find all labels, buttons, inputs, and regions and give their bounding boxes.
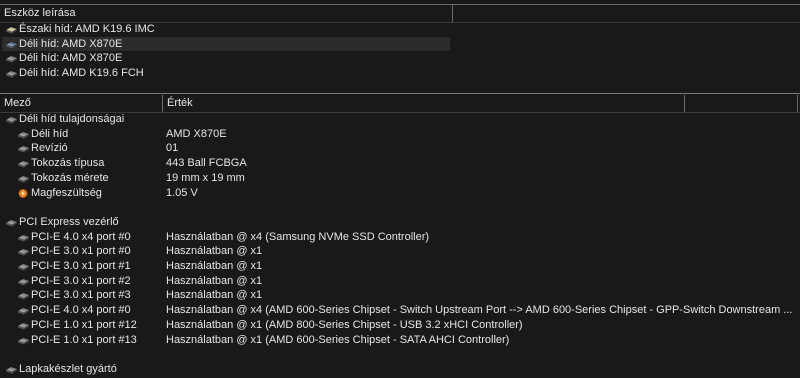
chip-icon <box>17 291 30 300</box>
voltage-icon <box>17 188 30 198</box>
section-title: PCI Express vezérlő <box>19 215 119 228</box>
property-field: Revízió <box>31 142 68 155</box>
property-value: Használatban @ x4 (Samsung NVMe SSD Cont… <box>166 230 430 243</box>
property-field: Tokozás mérete <box>31 171 109 184</box>
section-header[interactable]: Lapkakészlet gyártó <box>0 362 800 377</box>
device-column-header[interactable]: Eszköz leírása <box>0 5 452 22</box>
property-row[interactable]: Déli híd AMD X870E <box>0 127 800 142</box>
property-row[interactable]: Revízió 01 <box>0 141 800 156</box>
property-value: Használatban @ x1 (AMD 600-Series Chipse… <box>166 333 510 346</box>
property-value: Használatban @ x4 (AMD 600-Series Chipse… <box>166 304 793 317</box>
property-value: Használatban @ x1 (AMD 800-Series Chipse… <box>166 318 523 331</box>
section-chip-icon <box>5 365 18 374</box>
section-chip-icon <box>5 218 18 227</box>
property-field: PCI-E 1.0 x1 port #13 <box>31 333 137 346</box>
property-value: Használatban @ x1 <box>166 260 263 272</box>
device-list-item[interactable]: Északi híd: AMD K19.6 IMC <box>0 22 800 37</box>
section-title: Lapkakészlet gyártó <box>19 362 117 375</box>
property-field: PCI-E 3.0 x1 port #0 <box>31 245 131 258</box>
section-chip-icon <box>5 115 18 124</box>
property-field: Tokozás típusa <box>31 157 105 170</box>
chip-icon <box>17 174 30 183</box>
column-resize-handle[interactable] <box>452 5 453 22</box>
property-field: PCI-E 1.0 x1 port #12 <box>31 318 137 331</box>
property-row[interactable]: PCI-E 1.0 x1 port #12 Használatban @ x1 (… <box>0 318 800 333</box>
property-row[interactable]: PCI-E 3.0 x1 port #1 Használatban @ x1 <box>0 259 800 274</box>
property-field: PCI-E 4.0 x4 port #0 <box>31 230 131 243</box>
device-item-label: Déli híd: AMD K19.6 FCH <box>19 67 144 80</box>
property-value: 01 <box>166 142 179 155</box>
chip-icon <box>17 336 30 345</box>
property-row[interactable]: PCI-E 1.0 x1 port #13 Használatban @ x1 (… <box>0 333 800 348</box>
property-field: PCI-E 3.0 x1 port #3 <box>31 289 131 302</box>
southbridge-chip-icon <box>5 54 18 63</box>
property-value: Használatban @ x1 <box>166 245 263 258</box>
device-item-label: Északi híd: AMD K19.6 IMC <box>19 23 155 35</box>
section-header[interactable]: Déli híd tulajdonságai <box>0 112 800 127</box>
property-row[interactable]: Magfeszültség 1.05 V <box>0 186 800 201</box>
field-column-header[interactable]: Mező <box>0 95 162 112</box>
section-header[interactable]: PCI Express vezérlő <box>0 215 800 230</box>
chip-icon <box>17 233 30 242</box>
property-field: Déli híd <box>31 127 69 140</box>
chip-icon <box>17 321 30 330</box>
chip-icon <box>17 262 30 271</box>
property-value: 19 mm x 19 mm <box>166 171 245 184</box>
property-field: PCI-E 4.0 x4 port #0 <box>31 304 131 317</box>
chip-icon <box>17 247 30 256</box>
property-field: Magfeszültség <box>31 186 102 199</box>
pane-splitter[interactable] <box>0 93 800 94</box>
property-row[interactable]: PCI-E 4.0 x4 port #0 Használatban @ x4 (S… <box>0 230 800 245</box>
column-resize-handle[interactable] <box>684 95 685 112</box>
property-value: 443 Ball FCBGA <box>166 157 247 170</box>
chip-icon <box>17 277 30 286</box>
property-row[interactable]: Tokozás mérete 19 mm x 19 mm <box>0 171 800 186</box>
southbridge-chip-icon <box>5 40 18 49</box>
property-value: Használatban @ x1 <box>166 274 263 287</box>
property-row[interactable]: PCI-E 4.0 x4 port #0 Használatban @ x4 (A… <box>0 303 800 318</box>
device-list-item[interactable]: Déli híd: AMD K19.6 FCH <box>0 66 800 81</box>
property-value: Használatban @ x1 <box>166 289 263 302</box>
property-row[interactable]: PCI-E 3.0 x1 port #3 Használatban @ x1 <box>0 288 800 303</box>
chip-icon <box>17 130 30 139</box>
northbridge-chip-icon <box>5 25 18 34</box>
chip-icon <box>17 306 30 315</box>
column-resize-handle[interactable] <box>797 95 798 112</box>
device-item-label: Déli híd: AMD X870E <box>19 37 123 50</box>
details-header: Mező Érték <box>0 95 800 112</box>
property-field: PCI-E 3.0 x1 port #1 <box>31 260 131 272</box>
device-item-label: Déli híd: AMD X870E <box>19 52 123 65</box>
property-row[interactable]: PCI-E 3.0 x1 port #2 Használatban @ x1 <box>0 274 800 289</box>
southbridge-chip-icon <box>5 69 18 78</box>
chip-icon <box>17 144 30 153</box>
property-row[interactable]: Tokozás típusa 443 Ball FCBGA <box>0 156 800 171</box>
property-value: 1.05 V <box>166 186 198 199</box>
section-title: Déli híd tulajdonságai <box>19 113 125 125</box>
property-value: AMD X870E <box>166 127 227 140</box>
value-column-header[interactable]: Érték <box>163 95 684 112</box>
property-field: PCI-E 3.0 x1 port #2 <box>31 274 131 287</box>
device-list-item[interactable]: Déli híd: AMD X870E <box>0 36 800 52</box>
device-list-header: Eszköz leírása <box>0 5 800 22</box>
device-list-item[interactable]: Déli híd: AMD X870E <box>0 51 800 66</box>
property-row[interactable]: PCI-E 3.0 x1 port #0 Használatban @ x1 <box>0 244 800 259</box>
chip-icon <box>17 159 30 168</box>
